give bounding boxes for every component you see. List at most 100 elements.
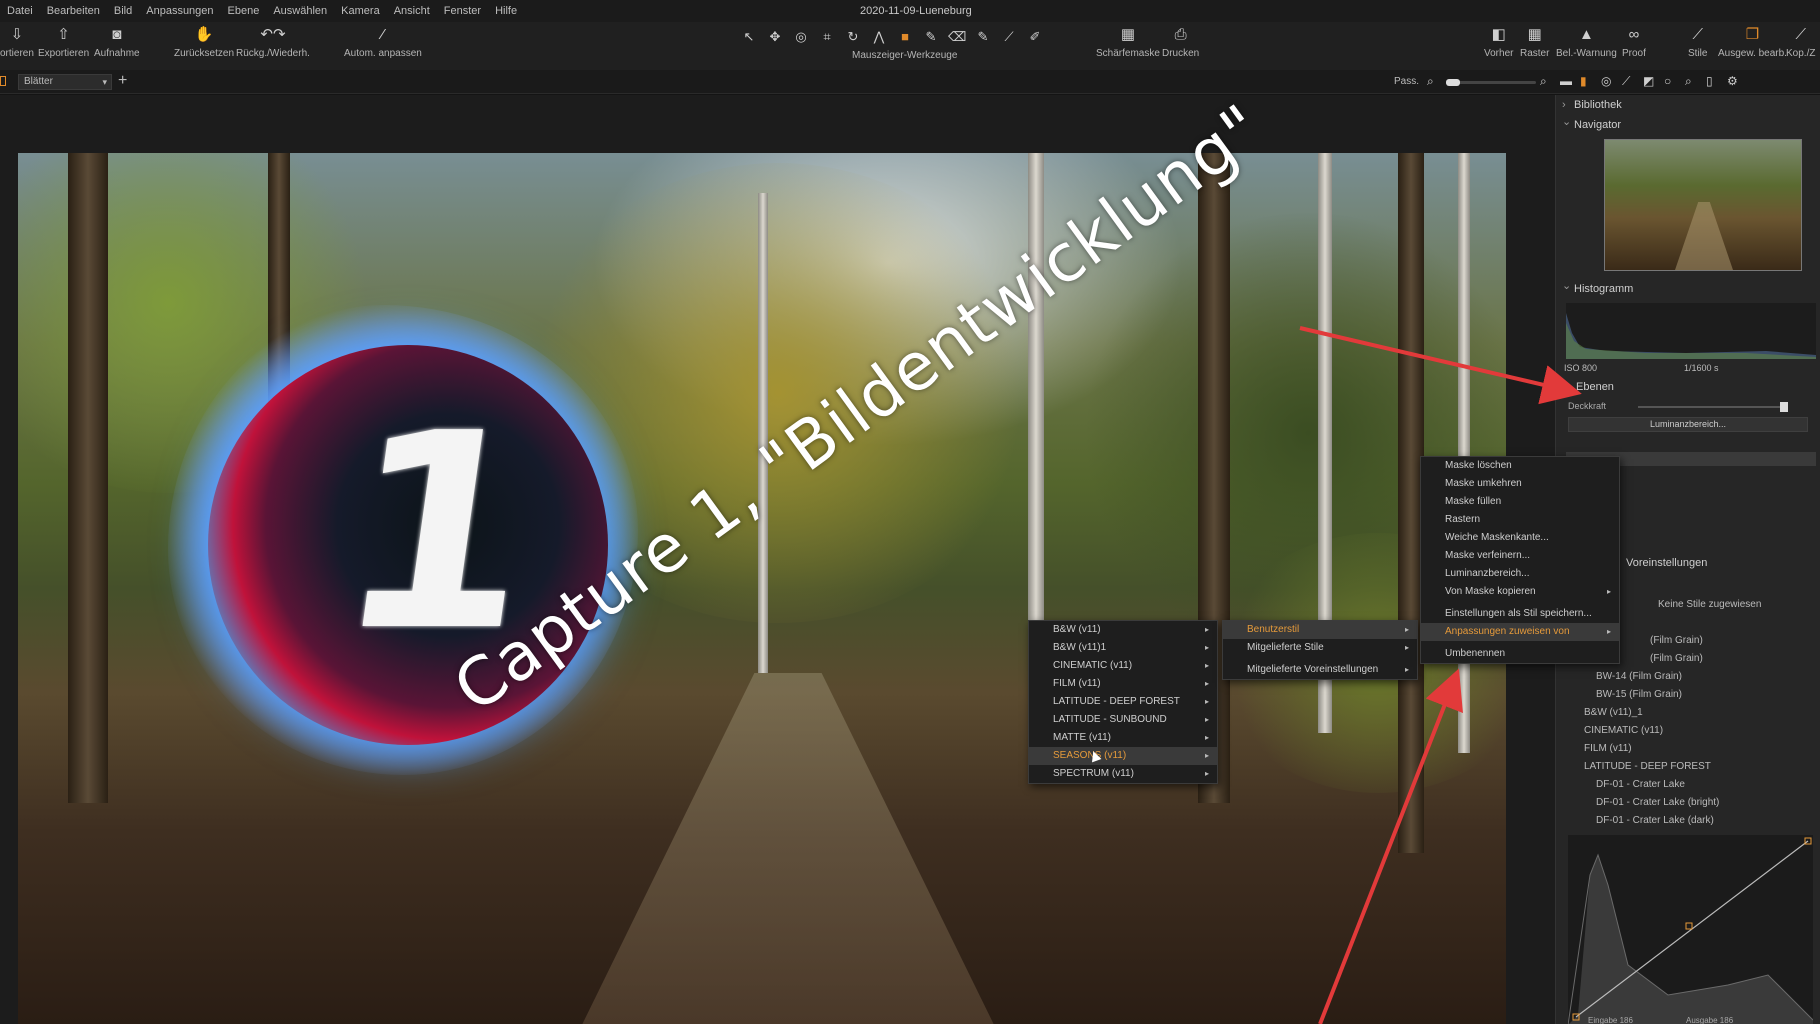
menu-window[interactable]: Fenster bbox=[437, 5, 488, 17]
auto-adjust-button[interactable]: ⁄ Autom. anpassen bbox=[344, 26, 422, 59]
menu-select[interactable]: Auswählen bbox=[266, 5, 334, 17]
menu-file[interactable]: Datei bbox=[0, 5, 40, 17]
menu-item-rasterize[interactable]: Rastern bbox=[1421, 511, 1619, 529]
presets-section-header[interactable]: Voreinstellungen bbox=[1626, 557, 1707, 569]
layers-section-header[interactable]: Ebenen bbox=[1556, 377, 1820, 397]
luminance-range-button[interactable]: Luminanzbereich... bbox=[1568, 417, 1808, 432]
menu-item-seasons[interactable]: SEASONS (v11) bbox=[1029, 747, 1217, 765]
iso-value: ISO 800 bbox=[1564, 363, 1598, 373]
grid-button[interactable]: ▦ Raster bbox=[1520, 26, 1549, 59]
color-tab-icon[interactable]: ◎ bbox=[1601, 74, 1611, 88]
settings-tab-icon[interactable]: ⚙ bbox=[1727, 74, 1738, 88]
adjustments-tab-icon[interactable]: ▮ bbox=[1580, 74, 1587, 88]
style-item[interactable]: DF-01 - Crater Lake bbox=[1596, 779, 1685, 790]
library-tab-icon[interactable]: ▬ bbox=[1560, 74, 1572, 88]
image-viewer[interactable]: 1 Capture 1, "Bildentwicklung" bbox=[0, 90, 1555, 1024]
loupe-icon[interactable]: ◎ bbox=[792, 28, 810, 46]
curve-graph[interactable] bbox=[1567, 835, 1814, 1024]
menu-item-sunbound[interactable]: LATITUDE - SUNBOUND bbox=[1029, 711, 1217, 729]
export-button[interactable]: ⇧ Exportieren bbox=[38, 26, 89, 59]
menu-item-bw-1[interactable]: B&W (v11)1 bbox=[1029, 639, 1217, 657]
menu-item-feather-mask[interactable]: Weiche Maskenkante... bbox=[1421, 529, 1619, 547]
menu-item-save-as-style[interactable]: Einstellungen als Stil speichern... bbox=[1421, 605, 1619, 623]
heal-icon[interactable]: ✎ bbox=[974, 28, 992, 46]
glasses-icon: ∞ bbox=[1628, 26, 1640, 43]
exposure-warning-button[interactable]: ▲ Bel.-Warnung bbox=[1556, 26, 1617, 59]
zoom-fit-button[interactable]: Pass. bbox=[1394, 76, 1419, 87]
layer-mask-icon[interactable]: ■ bbox=[896, 28, 914, 46]
menu-item-deep-forest[interactable]: LATITUDE - DEEP FOREST bbox=[1029, 693, 1217, 711]
histogram-section-header[interactable]: Histogramm bbox=[1556, 276, 1820, 299]
menu-item-invert-mask[interactable]: Maske umkehren bbox=[1421, 475, 1619, 493]
zoom-out-icon[interactable]: ⌕ bbox=[1427, 74, 1434, 89]
style-group[interactable]: B&W (v11)_1 bbox=[1584, 707, 1643, 718]
style-group[interactable]: CINEMATIC (v11) bbox=[1584, 725, 1663, 736]
output-tab-icon[interactable]: ▯ bbox=[1706, 74, 1713, 88]
menu-item-refine-mask[interactable]: Maske verfeinern... bbox=[1421, 547, 1619, 565]
undo-redo-button[interactable]: ↶↷ Rückg./Wiederh. bbox=[236, 26, 310, 59]
crop-icon[interactable]: ⌗ bbox=[818, 28, 836, 46]
style-group-open[interactable]: LATITUDE - DEEP FOREST bbox=[1584, 761, 1711, 772]
viewer-mode-select[interactable]: Blätter bbox=[18, 74, 112, 90]
menu-edit[interactable]: Bearbeiten bbox=[40, 5, 107, 17]
library-section-header[interactable]: Bibliothek bbox=[1556, 95, 1820, 115]
zoom-slider[interactable] bbox=[1446, 79, 1536, 86]
style-group[interactable]: FILM (v11) bbox=[1584, 743, 1632, 754]
print-button[interactable]: ⎙ Drucken bbox=[1162, 26, 1199, 59]
style-item[interactable]: (Film Grain) bbox=[1650, 653, 1703, 664]
menu-item-bw[interactable]: B&W (v11) bbox=[1029, 621, 1217, 639]
pointer-icon[interactable]: ↖ bbox=[740, 28, 758, 46]
reset-button[interactable]: ✋ Zurücksetzen bbox=[174, 26, 234, 59]
style-item[interactable]: BW-14 (Film Grain) bbox=[1596, 671, 1682, 682]
focus-mask-button[interactable]: ▦ Schärfemaske bbox=[1096, 26, 1160, 59]
navigator-thumbnail[interactable] bbox=[1604, 139, 1802, 271]
menu-item-apply-adjustments-from[interactable]: Anpassungen zuweisen von bbox=[1421, 623, 1619, 641]
zoom-in-icon[interactable]: ⌕ bbox=[1540, 74, 1547, 89]
menu-item-copy-mask-from[interactable]: Von Maske kopieren bbox=[1421, 583, 1619, 601]
menu-camera[interactable]: Kamera bbox=[334, 5, 387, 17]
proof-button[interactable]: ∞ Proof bbox=[1622, 26, 1646, 59]
rotate-icon[interactable]: ↻ bbox=[844, 28, 862, 46]
brush-icon[interactable]: ✎ bbox=[922, 28, 940, 46]
edit-selected-button[interactable]: ❐ Ausgew. bearb. bbox=[1718, 26, 1787, 59]
eraser-icon[interactable]: ⌫ bbox=[948, 28, 966, 46]
capture-button[interactable]: ◙ Aufnahme bbox=[94, 26, 140, 59]
menu-view[interactable]: Ansicht bbox=[387, 5, 437, 17]
import-button[interactable]: ⇩ ortieren bbox=[0, 26, 34, 59]
shutter-value: 1/1600 s bbox=[1684, 363, 1719, 373]
menu-item-user-styles[interactable]: Benutzerstil bbox=[1223, 621, 1417, 639]
annotate-icon[interactable]: ✐ bbox=[1026, 28, 1044, 46]
magic-wand-icon: ⁄ bbox=[381, 26, 385, 43]
menu-layer[interactable]: Ebene bbox=[221, 5, 267, 17]
lens-tab-icon[interactable]: ○ bbox=[1664, 74, 1671, 88]
copy-apply-button[interactable]: ⟋ Kop./Z bbox=[1786, 26, 1815, 59]
exposure-tab-icon[interactable]: ◩ bbox=[1643, 74, 1654, 88]
before-button[interactable]: ◧ Vorher bbox=[1484, 26, 1513, 59]
menu-item-builtin-presets[interactable]: Mitgelieferte Voreinstellungen bbox=[1223, 661, 1417, 679]
menu-item-cinematic[interactable]: CINEMATIC (v11) bbox=[1029, 657, 1217, 675]
style-item[interactable]: DF-01 - Crater Lake (dark) bbox=[1596, 815, 1714, 826]
opacity-slider[interactable] bbox=[1638, 402, 1788, 412]
menu-item-rename[interactable]: Umbenennen bbox=[1421, 645, 1619, 663]
menu-item-builtin-styles[interactable]: Mitgelieferte Stile bbox=[1223, 639, 1417, 657]
menu-item-matte[interactable]: MATTE (v11) bbox=[1029, 729, 1217, 747]
style-item[interactable]: (Film Grain) bbox=[1650, 635, 1703, 646]
menu-item-spectrum[interactable]: SPECTRUM (v11) bbox=[1029, 765, 1217, 783]
pan-icon[interactable]: ✥ bbox=[766, 28, 784, 46]
add-icon[interactable]: + bbox=[118, 72, 127, 90]
menu-item-delete-mask[interactable]: Maske löschen bbox=[1421, 457, 1619, 475]
navigator-section-header[interactable]: Navigator bbox=[1556, 112, 1820, 135]
styles-button[interactable]: ⟋ Stile bbox=[1688, 26, 1707, 59]
style-item[interactable]: DF-01 - Crater Lake (bright) bbox=[1596, 797, 1719, 808]
keystone-icon[interactable]: ⋀ bbox=[870, 28, 888, 46]
menu-image[interactable]: Bild bbox=[107, 5, 139, 17]
details-tab-icon[interactable]: ⟋ bbox=[1622, 74, 1630, 89]
menu-adjustments[interactable]: Anpassungen bbox=[139, 5, 220, 17]
menu-help[interactable]: Hilfe bbox=[488, 5, 524, 17]
menu-item-film[interactable]: FILM (v11) bbox=[1029, 675, 1217, 693]
search-tab-icon[interactable]: ⌕ bbox=[1685, 74, 1692, 89]
picker-icon[interactable]: ⟋ bbox=[1000, 28, 1018, 46]
menu-item-luminance-range[interactable]: Luminanzbereich... bbox=[1421, 565, 1619, 583]
menu-item-fill-mask[interactable]: Maske füllen bbox=[1421, 493, 1619, 511]
style-item[interactable]: BW-15 (Film Grain) bbox=[1596, 689, 1682, 700]
